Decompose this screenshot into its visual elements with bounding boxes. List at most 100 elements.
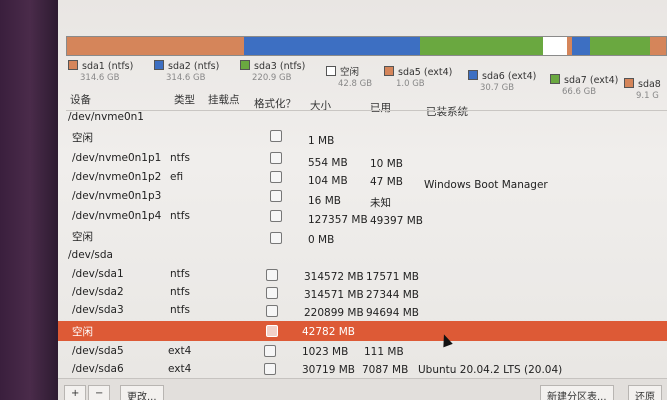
swatch-icon (240, 60, 250, 70)
cell-type: ntfs (170, 268, 190, 280)
cell-type: efi (170, 171, 184, 183)
table-row[interactable]: /dev/sda3 ntfs 220899 MB 94694 MB (58, 301, 667, 319)
legend-item: sda8 9.1 G (624, 78, 661, 101)
format-checkbox[interactable] (270, 190, 282, 202)
swatch-icon (624, 78, 634, 88)
legend-size: 314.6 GB (166, 73, 206, 83)
format-checkbox[interactable] (270, 130, 282, 142)
cell-device: /dev/sda1 (72, 268, 124, 280)
cell-size: 16 MB (308, 195, 341, 207)
format-checkbox[interactable] (270, 210, 282, 222)
swatch-icon (68, 60, 78, 70)
add-partition-button[interactable]: + (64, 385, 87, 400)
table-row[interactable]: 空闲 0 MB (58, 226, 667, 246)
cell-size: 1 MB (308, 135, 335, 147)
legend-label: sda6 (ext4) (482, 71, 537, 82)
swatch-icon (384, 66, 394, 76)
col-type[interactable]: 类型 (174, 92, 195, 107)
cell-size: 42782 MB (302, 326, 356, 338)
cell-type: ntfs (170, 210, 190, 222)
cell-device: /dev/nvme0n1p2 (72, 171, 162, 183)
format-checkbox[interactable] (266, 287, 278, 299)
format-checkbox[interactable] (266, 325, 278, 337)
partition-legend: sda1 (ntfs) 314.6 GB sda2 (ntfs) 314.6 G… (58, 0, 667, 101)
col-mount[interactable]: 挂载点 (208, 92, 240, 107)
table-row[interactable]: /dev/sda1 ntfs 314572 MB 17571 MB (58, 265, 667, 283)
table-row[interactable]: /dev/nvme0n1 (58, 108, 667, 126)
cell-device: /dev/sda (68, 249, 113, 261)
legend-size: 314.6 GB (80, 73, 120, 83)
table-row[interactable]: 空闲 1 MB (58, 127, 667, 147)
legend-size: 66.6 GB (562, 87, 597, 97)
cell-device: /dev/sda6 (72, 363, 124, 375)
legend-label: 空闲 (340, 67, 360, 78)
cell-device: /dev/nvme0n1p3 (72, 190, 162, 202)
cell-type: ntfs (170, 304, 190, 316)
format-checkbox[interactable] (270, 171, 282, 183)
legend-size: 42.8 GB (338, 79, 373, 89)
legend-size: 9.1 G (636, 91, 659, 101)
cell-size: 220899 MB (304, 307, 364, 319)
cell-device: /dev/nvme0n1p1 (72, 152, 162, 164)
change-partition-button[interactable]: 更改... (120, 385, 164, 400)
cell-type: ext4 (168, 345, 192, 357)
legend-item: sda7 (ext4) 66.6 GB (550, 74, 618, 97)
legend-size: 220.9 GB (252, 73, 292, 83)
table-row[interactable]: /dev/nvme0n1p3 16 MB 未知 (58, 187, 667, 209)
table-row[interactable]: /dev/sda (58, 246, 667, 264)
legend-item: sda6 (ext4) 30.7 GB (468, 70, 536, 93)
cell-device: 空闲 (72, 326, 93, 338)
swatch-icon (468, 70, 478, 80)
format-checkbox[interactable] (266, 305, 278, 317)
table-row[interactable]: /dev/nvme0n1p4 ntfs 127357 MB 49397 MB (58, 207, 667, 227)
cell-device: /dev/sda2 (72, 286, 124, 298)
cell-size: 0 MB (308, 234, 335, 246)
table-row[interactable]: /dev/sda5 ext4 1023 MB 111 MB (58, 342, 667, 360)
toolbar: + − 更改... 新建分区表... 还原 (58, 378, 667, 400)
cell-size: 314571 MB (304, 289, 364, 301)
table-row-selected[interactable]: 空闲 42782 MB (58, 321, 667, 341)
legend-label: sda2 (ntfs) (168, 61, 220, 72)
legend-size: 30.7 GB (480, 83, 515, 93)
cell-used: 27344 MB (366, 289, 420, 301)
legend-size: 1.0 GB (396, 79, 425, 89)
cell-size: 314572 MB (304, 271, 364, 283)
legend-item: sda5 (ext4) 1.0 GB (384, 66, 452, 89)
cell-device: /dev/sda3 (72, 304, 124, 316)
installer-window: sda1 (ntfs) 314.6 GB sda2 (ntfs) 314.6 G… (58, 0, 667, 400)
cell-size: 30719 MB (302, 364, 356, 376)
cell-type: ntfs (170, 152, 190, 164)
col-device[interactable]: 设备 (70, 92, 91, 107)
legend-item: sda2 (ntfs) 314.6 GB (154, 60, 219, 83)
swatch-icon (154, 60, 164, 70)
table-row[interactable]: /dev/sda2 ntfs 314571 MB 27344 MB (58, 283, 667, 301)
cell-size: 104 MB (308, 175, 348, 187)
table-row[interactable]: /dev/nvme0n1p2 efi 104 MB 47 MB Windows … (58, 168, 667, 191)
revert-button[interactable]: 还原 (628, 385, 662, 400)
cell-size: 127357 MB (308, 214, 368, 226)
remove-partition-button[interactable]: − (88, 385, 111, 400)
legend-label: sda1 (ntfs) (82, 61, 134, 72)
legend-item: 空闲 42.8 GB (326, 64, 372, 89)
cell-used: 94694 MB (366, 307, 420, 319)
legend-label: sda5 (ext4) (398, 67, 453, 78)
table-row[interactable]: /dev/nvme0n1p1 ntfs 554 MB 10 MB (58, 149, 667, 170)
new-partition-table-button[interactable]: 新建分区表... (540, 385, 614, 400)
format-checkbox[interactable] (264, 345, 276, 357)
table-row[interactable]: /dev/sda6 ext4 30719 MB 7087 MB Ubuntu 2… (58, 360, 667, 378)
format-checkbox[interactable] (266, 269, 278, 281)
format-checkbox[interactable] (270, 152, 282, 164)
cell-device: /dev/nvme0n1 (68, 111, 144, 123)
cell-device: 空闲 (72, 231, 93, 243)
legend-item: sda1 (ntfs) 314.6 GB (68, 60, 133, 83)
cell-type: ntfs (170, 286, 190, 298)
cell-device: /dev/nvme0n1p4 (72, 210, 162, 222)
legend-label: sda8 (638, 79, 661, 90)
cell-used: 7087 MB (362, 364, 409, 376)
cell-type: ext4 (168, 363, 192, 375)
legend-label: sda3 (ntfs) (254, 61, 306, 72)
cell-used: 17571 MB (366, 271, 420, 283)
format-checkbox[interactable] (270, 232, 282, 244)
format-checkbox[interactable] (264, 363, 276, 375)
cell-device: /dev/sda5 (72, 345, 124, 357)
